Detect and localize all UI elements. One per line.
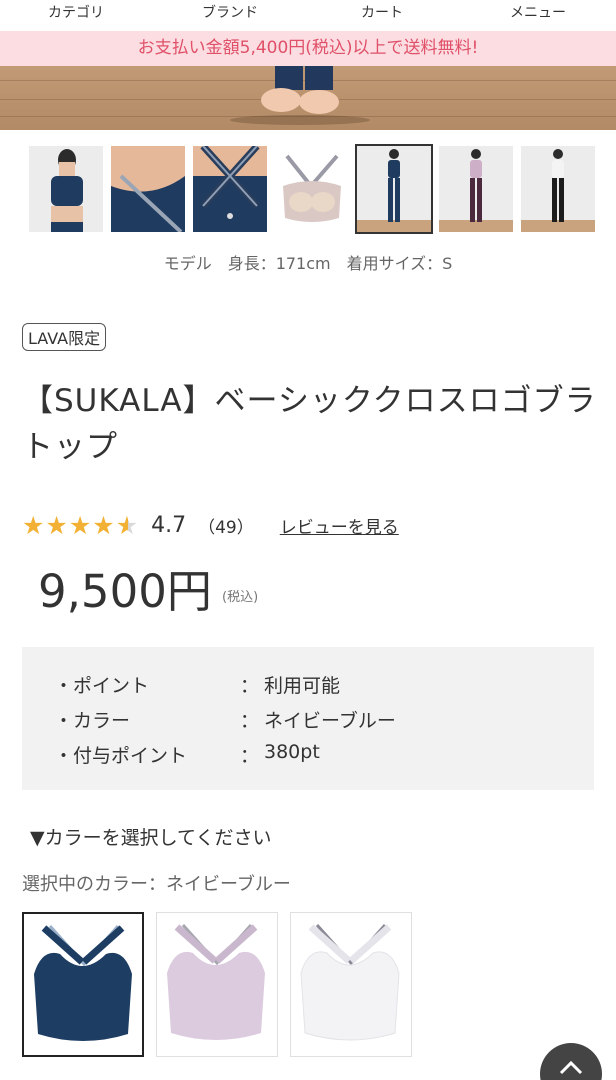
- info-value: ネイビーブルー: [264, 710, 396, 732]
- thumbnail-pink-full[interactable]: [439, 146, 513, 232]
- thumbnail-back-detail[interactable]: [111, 146, 185, 232]
- info-colon: ：: [240, 710, 260, 732]
- color-swatch-pink[interactable]: [156, 912, 278, 1057]
- nav-brand[interactable]: ブランド: [202, 2, 258, 22]
- info-label: ・カラー: [54, 710, 131, 732]
- star-icon: ★: [92, 510, 115, 540]
- color-swatch-navy[interactable]: [22, 912, 144, 1057]
- thumbnail-model-front[interactable]: [29, 146, 103, 232]
- half-star-icon: ★: [115, 510, 139, 540]
- selected-color-label: 選択中のカラー：ネイビーブルー: [22, 874, 291, 895]
- rating-value: 4.7: [151, 512, 187, 538]
- star-icon: ★: [22, 510, 45, 540]
- hero-product-image[interactable]: [0, 66, 616, 130]
- chevron-up-icon: [559, 1060, 583, 1075]
- color-select-heading: ▼カラーを選択してください: [30, 827, 272, 849]
- info-colon: ：: [240, 675, 260, 697]
- thumbnail-cross-back[interactable]: [193, 146, 267, 232]
- info-value: 380pt: [264, 741, 320, 763]
- thumbnail-white-full[interactable]: [521, 146, 595, 232]
- color-swatch-list: [0, 912, 616, 1058]
- free-shipping-banner: お支払い金額5,400円(税込)以上で送料無料!: [0, 31, 616, 66]
- review-count: （49）: [198, 517, 254, 538]
- star-icon: ★: [68, 510, 92, 540]
- info-value: 利用可能: [264, 675, 341, 697]
- nav-category[interactable]: カテゴリ: [48, 2, 104, 22]
- thumbnail-navy-full[interactable]: [355, 144, 433, 234]
- product-price: 9,500円: [38, 565, 212, 618]
- product-info-box: ・ポイント ： 利用可能 ・カラー ： ネイビーブルー ・付与ポイント ： 38…: [22, 647, 594, 790]
- lava-limited-badge: LAVA限定: [22, 323, 107, 351]
- nav-cart[interactable]: カート: [361, 2, 403, 22]
- star-icon: ★: [45, 510, 68, 540]
- view-reviews-link[interactable]: レビューを見る: [280, 513, 399, 538]
- thumbnail-strip: [0, 144, 616, 234]
- info-label: ・付与ポイント: [54, 745, 188, 767]
- model-size-caption: モデル 身長：171cm 着用サイズ：S: [163, 254, 453, 273]
- product-title: 【SUKALA】ベーシッククロスロゴブラトップ: [22, 383, 597, 465]
- rating-stars: ★ ★ ★ ★ ★: [22, 513, 139, 538]
- color-swatch-white[interactable]: [290, 912, 412, 1057]
- info-label: ・ポイント: [54, 675, 150, 697]
- thumbnail-pad-view[interactable]: [275, 146, 349, 232]
- tax-included-note: (税込): [222, 590, 259, 605]
- rating-row: ★ ★ ★ ★ ★ 4.7 （49） レビューを見る: [22, 509, 399, 541]
- top-nav: カテゴリ ブランド カート メニュー: [0, 0, 616, 30]
- nav-menu[interactable]: メニュー: [510, 2, 566, 22]
- info-colon: ：: [240, 745, 260, 767]
